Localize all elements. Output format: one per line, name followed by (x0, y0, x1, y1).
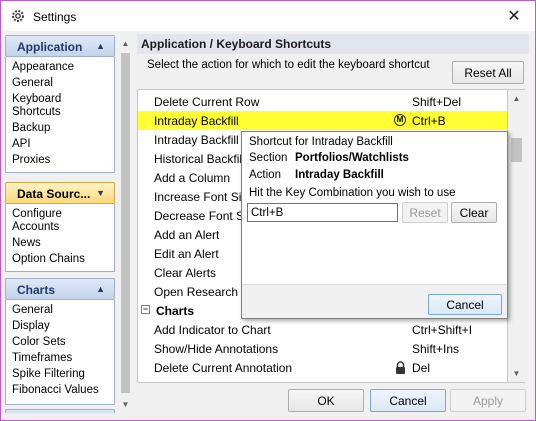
collapse-arrow-icon[interactable]: ▲ (96, 284, 105, 294)
sidebar-item-timeframes[interactable]: Timeframes (12, 352, 114, 365)
section-label: Section (249, 152, 288, 164)
shortcut-name: Intraday Backfill (154, 114, 239, 128)
key-hint-text: Hit the Key Combination you wish to use (249, 187, 456, 199)
sidebar-group-body: Appearance General Keyboard Shortcuts Ba… (5, 57, 115, 173)
sidebar-group-label: Data Sourc... (17, 187, 91, 201)
sidebar-group-data-sources[interactable]: Data Sourc... ▼ (5, 182, 115, 204)
popup-footer: Cancel (242, 284, 507, 318)
shortcut-row-selected[interactable]: Intraday Backfill M Ctrl+B (138, 111, 507, 130)
collapse-arrow-icon[interactable]: ▲ (96, 41, 105, 51)
sidebar-item-charts-general[interactable]: General (12, 304, 114, 317)
page-title: Application / Keyboard Shortcuts (137, 34, 529, 54)
shortcut-name: Show/Hide Annotations (154, 342, 279, 356)
shortcut-key: Shift+Del (412, 95, 462, 109)
scrollbar-thumb[interactable] (121, 53, 130, 393)
sidebar-item-configure-accounts[interactable]: Configure Accounts (12, 208, 114, 234)
sidebar-group-label: Application (17, 40, 83, 54)
popup-cancel-button[interactable]: Cancel (428, 294, 502, 315)
section-value: Portfolios/Watchlists (295, 152, 409, 164)
scroll-up-icon[interactable]: ▲ (509, 91, 524, 106)
scrollbar-thumb[interactable] (511, 138, 522, 162)
sidebar-item-spike-filtering[interactable]: Spike Filtering (12, 368, 114, 381)
shortcut-name: Clear Alerts (154, 266, 217, 280)
list-scrollbar[interactable]: ▲ ▼ (508, 89, 525, 383)
shortcut-key: Ctrl+Shift+I (412, 323, 473, 337)
sidebar-item-news[interactable]: News (12, 237, 114, 250)
clear-button[interactable]: Clear (451, 202, 497, 223)
shortcut-name: Add a Column (154, 171, 231, 185)
sidebar-group-next[interactable] (5, 409, 115, 413)
shortcut-row[interactable]: Delete Current Annotation Del (138, 358, 507, 377)
title-bar: Settings ✕ (1, 1, 535, 31)
shortcut-editor-popup: Shortcut for Intraday Backfill Section P… (241, 131, 508, 319)
sidebar-item-display[interactable]: Display (12, 320, 114, 333)
action-value: Intraday Backfill (295, 169, 384, 181)
popup-title: Shortcut for Intraday Backfill (249, 136, 393, 148)
cancel-button[interactable]: Cancel (370, 389, 446, 412)
shortcut-name: Delete Current Row (154, 95, 260, 109)
shortcut-key: Shift+Ins (412, 342, 460, 356)
group-name: Charts (156, 304, 195, 318)
close-icon[interactable]: ✕ (499, 3, 529, 29)
sidebar-group-body: General Display Color Sets Timeframes Sp… (5, 300, 115, 405)
sidebar-group-charts[interactable]: Charts ▲ (5, 278, 115, 300)
shortcut-name: Add an Alert (154, 228, 220, 242)
expand-arrow-icon[interactable]: ▼ (96, 188, 105, 198)
shortcut-row[interactable]: Delete Current Row Shift+Del (138, 92, 507, 111)
shortcut-name: Increase Font Size (154, 190, 255, 204)
sidebar-item-api[interactable]: API (12, 138, 114, 151)
shortcut-name: Open Research (154, 285, 239, 299)
settings-sidebar: Application ▲ Appearance General Keyboar… (5, 35, 117, 413)
sidebar-item-fibonacci-values[interactable]: Fibonacci Values (12, 384, 114, 397)
instruction-text: Select the action for which to edit the … (147, 59, 430, 71)
reset-all-button[interactable]: Reset All (452, 61, 524, 84)
sidebar-item-option-chains[interactable]: Option Chains (12, 253, 114, 266)
sidebar-item-color-sets[interactable]: Color Sets (12, 336, 114, 349)
collapse-icon[interactable]: − (141, 305, 150, 314)
modified-marker-icon: M (394, 114, 406, 126)
window-title: Settings (33, 10, 77, 24)
shortcut-key: Del (412, 361, 431, 375)
sidebar-scrollbar[interactable]: ▲ ▼ (118, 35, 133, 413)
scroll-down-icon[interactable]: ▼ (509, 366, 524, 381)
sidebar-group-body: Configure Accounts News Option Chains (5, 204, 115, 272)
reset-button[interactable]: Reset (402, 202, 448, 223)
shortcut-name: Historical Backfill (154, 152, 245, 166)
sidebar-item-general[interactable]: General (12, 77, 114, 90)
sidebar-item-proxies[interactable]: Proxies (12, 154, 114, 167)
apply-button[interactable]: Apply (450, 389, 526, 412)
sidebar-item-appearance[interactable]: Appearance (12, 61, 114, 74)
shortcut-row[interactable]: Add Indicator to Chart Ctrl+Shift+I (138, 320, 507, 339)
shortcut-key: Ctrl+B (412, 114, 446, 128)
sidebar-group-label: Charts (17, 283, 56, 297)
sidebar-group-application[interactable]: Application ▲ (5, 35, 115, 57)
gear-settings-icon (11, 9, 25, 23)
ok-button[interactable]: OK (288, 389, 364, 412)
shortcut-name: Edit an Alert (154, 247, 219, 261)
scroll-up-icon[interactable]: ▲ (118, 36, 133, 51)
scroll-down-icon[interactable]: ▼ (118, 397, 133, 412)
settings-window: Settings ✕ Application ▲ Appearance Gene… (0, 0, 536, 421)
shortcut-name: Delete Current Annotation (154, 361, 293, 375)
sidebar-item-keyboard-shortcuts[interactable]: Keyboard Shortcuts (12, 93, 114, 119)
sidebar-item-backup[interactable]: Backup (12, 122, 114, 135)
key-combination-input[interactable] (247, 203, 398, 222)
shortcut-name: Intraday Backfill (154, 133, 239, 147)
lock-icon (395, 361, 406, 374)
action-label: Action (249, 169, 281, 181)
shortcut-row[interactable]: Show/Hide Annotations Shift+Ins (138, 339, 507, 358)
shortcut-name: Add Indicator to Chart (154, 323, 271, 337)
